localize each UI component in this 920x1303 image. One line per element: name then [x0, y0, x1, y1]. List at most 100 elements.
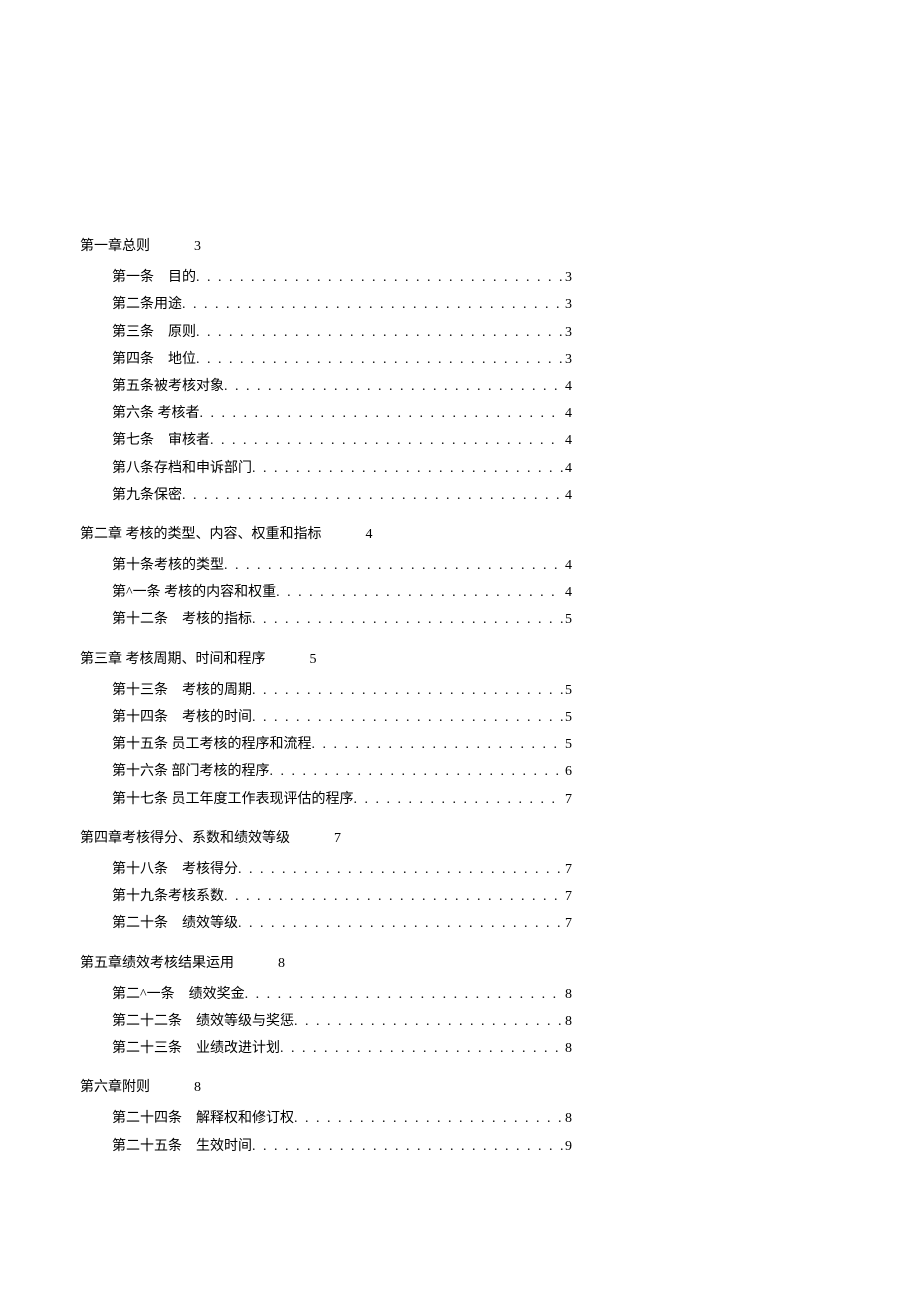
toc-entry-page: 8: [563, 1036, 572, 1061]
toc-entry-label: 第七条 审核者: [112, 428, 210, 453]
toc-chapter-title: 第五章绩效考核结果运用: [80, 951, 234, 976]
toc-entry-label: 第十五条 员工考核的程序和流程: [112, 732, 312, 757]
toc-entry-page: 6: [563, 759, 572, 784]
toc-entry-page: 8: [563, 982, 572, 1007]
toc-entry-page: 7: [563, 884, 572, 909]
toc-entry-label: 第十七条 员工年度工作表现评估的程序: [112, 787, 354, 812]
toc-entry-label: 第八条存档和申诉部门: [112, 456, 252, 481]
toc-chapter-title: 第四章考核得分、系数和绩效等级: [80, 826, 290, 851]
toc-entry: 第七条 审核者 . . . . . . . . . . . . . . . . …: [112, 428, 840, 453]
toc-chapter-title-row: 第二章 考核的类型、内容、权重和指标4: [80, 522, 840, 547]
toc-leader-dots: . . . . . . . . . . . . . . . . . . . . …: [354, 787, 564, 812]
toc-entry-label: 第一条 目的: [112, 265, 196, 290]
toc-chapter-title-row: 第一章总则 3: [80, 234, 840, 259]
toc-leader-dots: . . . . . . . . . . . . . . . . . . . . …: [182, 483, 563, 508]
toc-entry-page: 4: [563, 483, 572, 508]
toc-leader-dots: . . . . . . . . . . . . . . . . . . . . …: [224, 374, 563, 399]
toc-entry: 第^一条 考核的内容和权重 . . . . . . . . . . . . . …: [112, 580, 840, 605]
toc-entry: 第二条用途 . . . . . . . . . . . . . . . . . …: [112, 292, 840, 317]
toc-chapter-title-row: 第五章绩效考核结果运用8: [80, 951, 840, 976]
toc-entry-label: 第二条用途: [112, 292, 182, 317]
toc-entry-page: 3: [563, 265, 572, 290]
toc-entry: 第二十四条 解释权和修订权 . . . . . . . . . . . . . …: [112, 1106, 840, 1131]
toc-entry: 第十三条 考核的周期 . . . . . . . . . . . . . . .…: [112, 678, 840, 703]
toc-entry: 第十九条考核系数 . . . . . . . . . . . . . . . .…: [112, 884, 840, 909]
toc-entry-page: 3: [563, 292, 572, 317]
toc-chapter-title-row: 第六章附则8: [80, 1075, 840, 1100]
toc-chapter-page: 4: [366, 522, 373, 547]
toc-entry: 第九条保密 . . . . . . . . . . . . . . . . . …: [112, 483, 840, 508]
toc-entry: 第二十三条 业绩改进计划 . . . . . . . . . . . . . .…: [112, 1036, 840, 1061]
toc-leader-dots: . . . . . . . . . . . . . . . . . . . . …: [196, 265, 563, 290]
toc-entry: 第十七条 员工年度工作表现评估的程序 . . . . . . . . . . .…: [112, 787, 840, 812]
toc-leader-dots: . . . . . . . . . . . . . . . . . . . . …: [252, 678, 563, 703]
toc-chapter: 第一章总则3第一条 目的 . . . . . . . . . . . . . .…: [80, 234, 840, 508]
toc-entry-label: 第十二条 考核的指标: [112, 607, 252, 632]
toc-entry-page: 3: [563, 347, 572, 372]
toc-entry-label: 第六条 考核者: [112, 401, 200, 426]
toc-chapter: 第二章 考核的类型、内容、权重和指标4 第十条考核的类型 . . . . . . …: [80, 522, 840, 633]
toc-entry-label: 第三条 原则: [112, 320, 196, 345]
toc-entry-label: 第二十三条 业绩改进计划: [112, 1036, 280, 1061]
toc-leader-dots: . . . . . . . . . . . . . . . . . . . . …: [224, 553, 563, 578]
toc-entry: 第六条 考核者 . . . . . . . . . . . . . . . . …: [112, 401, 840, 426]
toc-entry-label: 第二^一条 绩效奖金: [112, 982, 245, 1007]
toc-leader-dots: . . . . . . . . . . . . . . . . . . . . …: [196, 347, 563, 372]
toc-entry-page: 8: [563, 1009, 572, 1034]
toc-entry: 第八条存档和申诉部门 . . . . . . . . . . . . . . .…: [112, 456, 840, 481]
toc-entry-page: 9: [563, 1134, 572, 1159]
toc-leader-dots: . . . . . . . . . . . . . . . . . . . . …: [312, 732, 564, 757]
toc-leader-dots: . . . . . . . . . . . . . . . . . . . . …: [294, 1009, 563, 1034]
toc-entry: 第一条 目的 . . . . . . . . . . . . . . . . .…: [112, 265, 840, 290]
toc-chapter: 第四章考核得分、系数和绩效等级 7 第十八条 考核得分 . . . . . . . …: [80, 826, 840, 937]
toc-entry-page: 5: [563, 732, 572, 757]
toc-entry: 第十条考核的类型 . . . . . . . . . . . . . . . .…: [112, 553, 840, 578]
toc-chapter-page: 5: [310, 647, 317, 672]
toc-leader-dots: . . . . . . . . . . . . . . . . . . . . …: [252, 456, 563, 481]
toc-entry: 第四条 地位 . . . . . . . . . . . . . . . . .…: [112, 347, 840, 372]
toc-leader-dots: . . . . . . . . . . . . . . . . . . . . …: [280, 1036, 563, 1061]
toc-entry: 第二十条 绩效等级 . . . . . . . . . . . . . . . …: [112, 911, 840, 936]
toc-entry-page: 4: [563, 553, 572, 578]
toc-chapter: 第六章附则8 第二十四条 解释权和修订权 . . . . . . . . . . …: [80, 1075, 840, 1159]
toc-leader-dots: . . . . . . . . . . . . . . . . . . . . …: [196, 320, 563, 345]
toc-entry-page: 4: [563, 374, 572, 399]
toc-chapter-page: 7: [334, 826, 341, 851]
toc-leader-dots: . . . . . . . . . . . . . . . . . . . . …: [238, 857, 563, 882]
toc-chapter-title: 第三章 考核周期、时间和程序: [80, 647, 266, 672]
toc-chapter-title-row: 第四章考核得分、系数和绩效等级 7: [80, 826, 840, 851]
toc-entry-label: 第九条保密: [112, 483, 182, 508]
toc-entry-page: 4: [563, 456, 572, 481]
toc-entry: 第五条被考核对象 . . . . . . . . . . . . . . . .…: [112, 374, 840, 399]
toc-entry-label: 第二十五条 生效时间: [112, 1134, 252, 1159]
toc-entry: 第十二条 考核的指标 . . . . . . . . . . . . . . .…: [112, 607, 840, 632]
toc-entry-label: 第^一条 考核的内容和权重: [112, 580, 276, 605]
toc-leader-dots: . . . . . . . . . . . . . . . . . . . . …: [252, 1134, 563, 1159]
toc-entry-label: 第十九条考核系数: [112, 884, 224, 909]
toc-entry-page: 4: [563, 401, 572, 426]
toc-chapter-page: 3: [194, 234, 201, 259]
toc-entry-label: 第十八条 考核得分: [112, 857, 238, 882]
toc-entry: 第二十五条 生效时间 . . . . . . . . . . . . . . .…: [112, 1134, 840, 1159]
toc-entry-label: 第十六条 部门考核的程序: [112, 759, 270, 784]
toc-entry-page: 4: [563, 580, 572, 605]
toc-entry-label: 第四条 地位: [112, 347, 196, 372]
toc-entry: 第十四条 考核的时间 . . . . . . . . . . . . . . .…: [112, 705, 840, 730]
toc-leader-dots: . . . . . . . . . . . . . . . . . . . . …: [252, 607, 563, 632]
toc-entry: 第二十二条 绩效等级与奖惩 . . . . . . . . . . . . . …: [112, 1009, 840, 1034]
toc-leader-dots: . . . . . . . . . . . . . . . . . . . . …: [252, 705, 563, 730]
toc-leader-dots: . . . . . . . . . . . . . . . . . . . . …: [245, 982, 563, 1007]
toc-leader-dots: . . . . . . . . . . . . . . . . . . . . …: [200, 401, 564, 426]
toc-chapter-title: 第一章总则: [80, 234, 150, 259]
toc-entry: 第二^一条 绩效奖金 . . . . . . . . . . . . . . .…: [112, 982, 840, 1007]
toc-entry: 第三条 原则 . . . . . . . . . . . . . . . . .…: [112, 320, 840, 345]
toc-entry-label: 第二十四条 解释权和修订权: [112, 1106, 294, 1131]
toc-entry-label: 第五条被考核对象: [112, 374, 224, 399]
toc-entry-page: 7: [563, 911, 572, 936]
toc-entry-label: 第二十二条 绩效等级与奖惩: [112, 1009, 294, 1034]
toc-entry-page: 7: [563, 857, 572, 882]
toc-leader-dots: . . . . . . . . . . . . . . . . . . . . …: [224, 884, 563, 909]
toc-chapter-page: 8: [194, 1075, 201, 1100]
toc-chapter: 第五章绩效考核结果运用8第二^一条 绩效奖金 . . . . . . . . .…: [80, 951, 840, 1062]
toc-leader-dots: . . . . . . . . . . . . . . . . . . . . …: [182, 292, 563, 317]
